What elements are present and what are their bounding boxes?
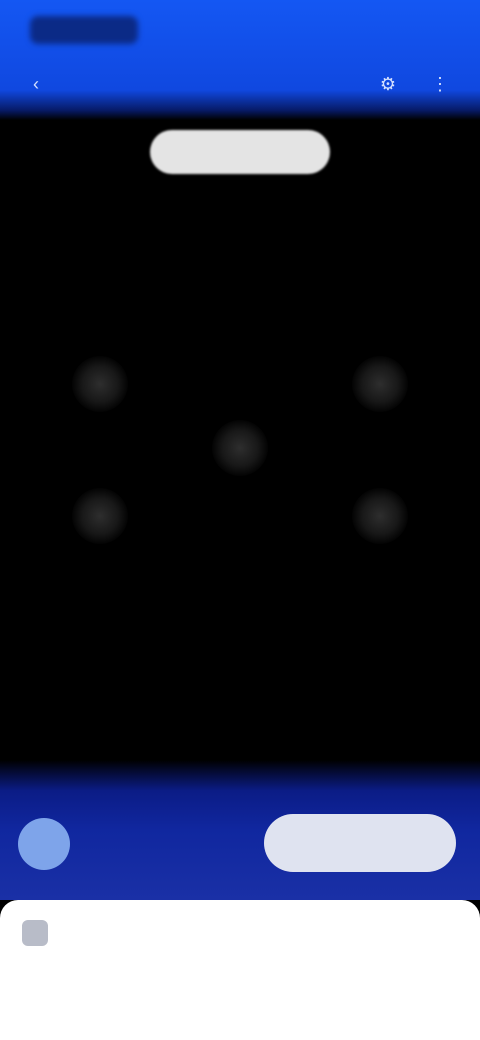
pattern-dot [72,356,128,412]
settings-button[interactable]: ⚙ [374,70,402,98]
info-icon [22,920,48,946]
device-avatar[interactable] [18,818,70,870]
pattern-dot [352,356,408,412]
arrow-left-icon: ‹ [33,73,39,94]
device-panel [0,760,480,900]
status-time [30,16,138,44]
top-bar: ‹ ⚙ ⋮ [0,0,480,120]
pattern-dot [352,488,408,544]
pattern-dot [72,488,128,544]
more-button[interactable]: ⋮ [426,70,454,98]
pattern-dot [212,420,268,476]
more-icon: ⋮ [431,73,449,94]
device-info [84,820,244,830]
gear-icon: ⚙ [379,73,397,94]
hint-banner [150,130,330,174]
app-screen: ‹ ⚙ ⋮ [0,0,480,1040]
connect-button[interactable] [264,814,456,872]
back-button[interactable]: ‹ [22,70,50,98]
info-card [0,900,480,1040]
camera-viewport[interactable] [0,120,480,780]
